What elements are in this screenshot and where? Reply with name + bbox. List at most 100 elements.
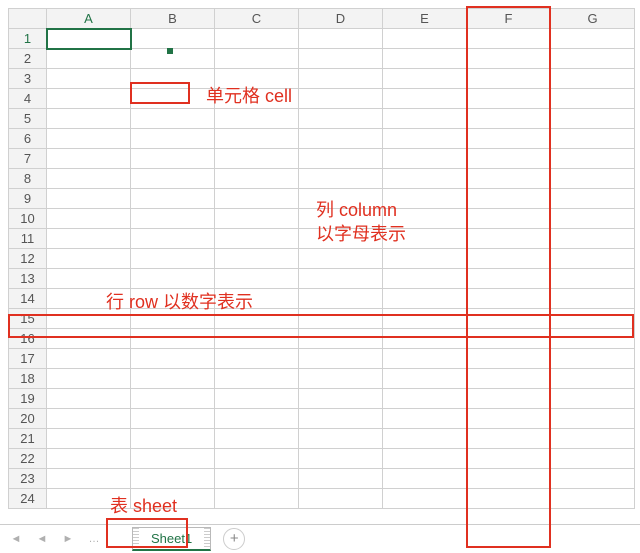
cell-B11[interactable]	[131, 229, 215, 249]
cell-G19[interactable]	[551, 389, 635, 409]
cell-A12[interactable]	[47, 249, 131, 269]
cell-D14[interactable]	[299, 289, 383, 309]
cell-B13[interactable]	[131, 269, 215, 289]
cell-C20[interactable]	[215, 409, 299, 429]
cell-G24[interactable]	[551, 489, 635, 509]
cell-F7[interactable]	[467, 149, 551, 169]
cell-E5[interactable]	[383, 109, 467, 129]
cell-G18[interactable]	[551, 369, 635, 389]
cell-A13[interactable]	[47, 269, 131, 289]
cell-E8[interactable]	[383, 169, 467, 189]
sheet-tab[interactable]: Sheet1	[132, 527, 211, 551]
cell-D24[interactable]	[299, 489, 383, 509]
cell-C11[interactable]	[215, 229, 299, 249]
cell-C13[interactable]	[215, 269, 299, 289]
cell-B24[interactable]	[131, 489, 215, 509]
cell-D4[interactable]	[299, 89, 383, 109]
cell-F5[interactable]	[467, 109, 551, 129]
row-header-14[interactable]: 14	[9, 289, 47, 309]
cell-E18[interactable]	[383, 369, 467, 389]
row-header-7[interactable]: 7	[9, 149, 47, 169]
cell-C14[interactable]	[215, 289, 299, 309]
cell-A19[interactable]	[47, 389, 131, 409]
row-header-10[interactable]: 10	[9, 209, 47, 229]
cell-D21[interactable]	[299, 429, 383, 449]
row-header-9[interactable]: 9	[9, 189, 47, 209]
cell-D5[interactable]	[299, 109, 383, 129]
cell-C8[interactable]	[215, 169, 299, 189]
cell-E10[interactable]	[383, 209, 467, 229]
cell-F9[interactable]	[467, 189, 551, 209]
cell-D1[interactable]	[299, 29, 383, 49]
col-header-C[interactable]: C	[215, 9, 299, 29]
cell-A7[interactable]	[47, 149, 131, 169]
cell-F3[interactable]	[467, 69, 551, 89]
cell-C17[interactable]	[215, 349, 299, 369]
cell-A2[interactable]	[47, 49, 131, 69]
cell-A23[interactable]	[47, 469, 131, 489]
cell-D22[interactable]	[299, 449, 383, 469]
cell-E20[interactable]	[383, 409, 467, 429]
cell-D17[interactable]	[299, 349, 383, 369]
cell-B14[interactable]	[131, 289, 215, 309]
cell-C5[interactable]	[215, 109, 299, 129]
cell-A24[interactable]	[47, 489, 131, 509]
cell-E7[interactable]	[383, 149, 467, 169]
cell-D20[interactable]	[299, 409, 383, 429]
cell-C10[interactable]	[215, 209, 299, 229]
cell-G10[interactable]	[551, 209, 635, 229]
cell-B21[interactable]	[131, 429, 215, 449]
cell-A20[interactable]	[47, 409, 131, 429]
cell-A8[interactable]	[47, 169, 131, 189]
cell-G3[interactable]	[551, 69, 635, 89]
cell-B5[interactable]	[131, 109, 215, 129]
cell-F10[interactable]	[467, 209, 551, 229]
cell-D10[interactable]	[299, 209, 383, 229]
cell-F21[interactable]	[467, 429, 551, 449]
cell-A18[interactable]	[47, 369, 131, 389]
cell-A6[interactable]	[47, 129, 131, 149]
cell-G17[interactable]	[551, 349, 635, 369]
cell-G14[interactable]	[551, 289, 635, 309]
cell-F6[interactable]	[467, 129, 551, 149]
cell-E14[interactable]	[383, 289, 467, 309]
cell-A10[interactable]	[47, 209, 131, 229]
cell-E2[interactable]	[383, 49, 467, 69]
cell-B9[interactable]	[131, 189, 215, 209]
cell-C2[interactable]	[215, 49, 299, 69]
cell-G22[interactable]	[551, 449, 635, 469]
row-header-12[interactable]: 12	[9, 249, 47, 269]
cell-F17[interactable]	[467, 349, 551, 369]
cell-E12[interactable]	[383, 249, 467, 269]
row-header-13[interactable]: 13	[9, 269, 47, 289]
cell-E17[interactable]	[383, 349, 467, 369]
cell-E1[interactable]	[383, 29, 467, 49]
cell-D16[interactable]	[299, 329, 383, 349]
cell-C24[interactable]	[215, 489, 299, 509]
cell-D8[interactable]	[299, 169, 383, 189]
cell-B2[interactable]	[131, 49, 215, 69]
cell-F8[interactable]	[467, 169, 551, 189]
cell-G20[interactable]	[551, 409, 635, 429]
cell-C18[interactable]	[215, 369, 299, 389]
cell-E15[interactable]	[383, 309, 467, 329]
cell-F12[interactable]	[467, 249, 551, 269]
row-header-23[interactable]: 23	[9, 469, 47, 489]
cell-E23[interactable]	[383, 469, 467, 489]
cell-F13[interactable]	[467, 269, 551, 289]
row-header-20[interactable]: 20	[9, 409, 47, 429]
row-header-15[interactable]: 15	[9, 309, 47, 329]
cell-A5[interactable]	[47, 109, 131, 129]
col-header-F[interactable]: F	[467, 9, 551, 29]
cell-C23[interactable]	[215, 469, 299, 489]
cell-B4[interactable]	[131, 89, 215, 109]
cell-F24[interactable]	[467, 489, 551, 509]
cell-D9[interactable]	[299, 189, 383, 209]
col-header-G[interactable]: G	[551, 9, 635, 29]
row-header-19[interactable]: 19	[9, 389, 47, 409]
tab-nav-prev-icon[interactable]: ◄	[32, 529, 52, 549]
cell-C12[interactable]	[215, 249, 299, 269]
col-header-E[interactable]: E	[383, 9, 467, 29]
cell-F20[interactable]	[467, 409, 551, 429]
cell-A15[interactable]	[47, 309, 131, 329]
